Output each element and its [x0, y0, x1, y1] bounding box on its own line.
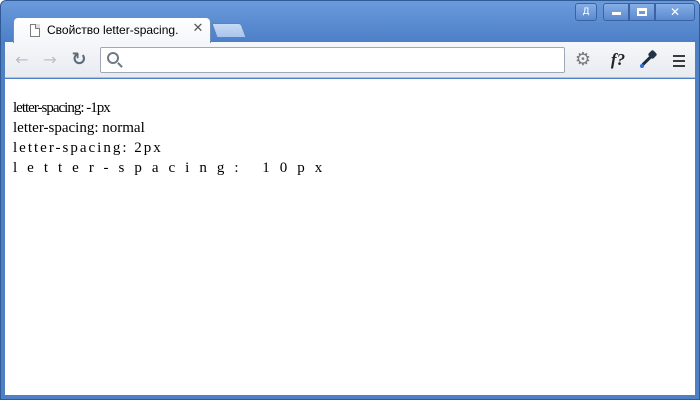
eyedropper-icon[interactable]: [638, 49, 658, 70]
maximize-icon: [637, 8, 647, 16]
line-spacing-normal: letter-spacing: normal: [13, 120, 145, 136]
line-spacing-minus1: letter-spacing: -1px: [13, 100, 111, 116]
text-block: letter-spacing: -1px letter-spacing: nor…: [13, 98, 332, 178]
tab-active[interactable]: Свойство letter-spacing. ✕: [13, 17, 211, 43]
tab-title: Свойство letter-spacing.: [47, 23, 179, 37]
minimize-button[interactable]: [603, 3, 629, 21]
document-icon: [30, 24, 40, 37]
forward-icon[interactable]: →: [40, 50, 60, 70]
function-icon[interactable]: f?: [605, 50, 631, 70]
line-spacing-2px: letter-spacing: 2px: [13, 140, 163, 156]
reload-icon[interactable]: ↻: [69, 50, 89, 70]
close-tab-icon[interactable]: ✕: [190, 21, 206, 37]
address-bar[interactable]: [100, 47, 565, 73]
address-input[interactable]: [125, 51, 555, 69]
gear-icon[interactable]: ⚙: [573, 50, 593, 70]
close-window-button[interactable]: ✕: [655, 3, 695, 21]
maximize-button[interactable]: [629, 3, 655, 21]
search-icon: [107, 52, 119, 64]
back-icon[interactable]: ←: [12, 50, 32, 70]
minimize-icon: [611, 12, 621, 15]
user-button[interactable]: Д: [575, 3, 597, 21]
page-content: letter-spacing: -1px letter-spacing: nor…: [5, 79, 695, 395]
browser-window: Свойство letter-spacing. ✕ Д ✕ ← → ↻ ⚙ f…: [0, 0, 700, 400]
line-spacing-10px: letter-spacing: 10px: [13, 160, 333, 176]
toolbar: ← → ↻ ⚙ f?: [5, 42, 695, 78]
menu-icon[interactable]: [669, 50, 689, 70]
new-tab-button[interactable]: [211, 23, 247, 38]
